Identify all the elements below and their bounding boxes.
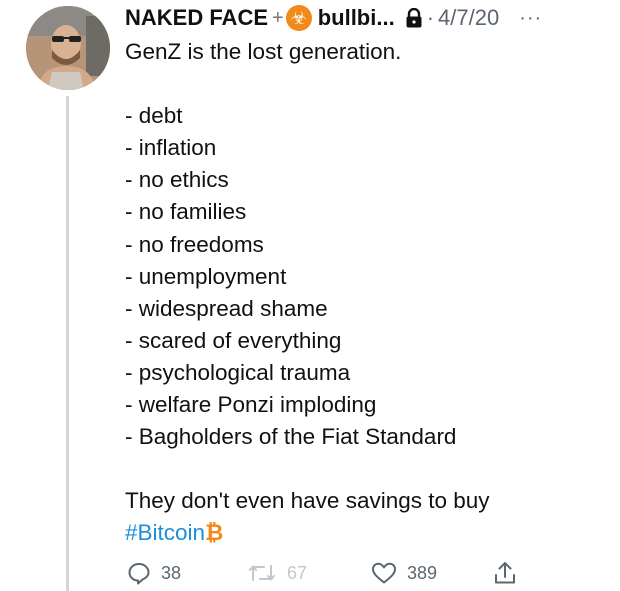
tweet-outro: They don't even have savings to buy [125,488,490,514]
like-count: 389 [407,562,438,583]
avatar[interactable] [26,6,110,90]
author-handle[interactable]: bullbi... [318,5,395,31]
tweet-header: NAKED FACE + ☣ bullbi... · 4/7/20 ··· [125,2,612,34]
avatar-photo [26,6,110,90]
list-item: - Bagholders of the Fiat Standard [125,424,457,450]
cross-emoji: + [272,6,284,29]
retweet-button[interactable]: 67 [247,556,307,590]
share-icon [495,562,515,584]
tweet-text: GenZ is the lost generation. - debt - in… [125,36,605,550]
list-item: - psychological trauma [125,359,351,385]
lock-icon [405,8,423,28]
list-item: - unemployment [125,263,287,289]
biohazard-glyph: ☣ [290,7,307,28]
author-display-name[interactable]: NAKED FACE [125,5,268,31]
reply-icon [128,563,150,585]
biohazard-emoji: ☣ [285,5,312,31]
header-separator: · [426,5,435,30]
tweet-actions: 38 67 389 [125,556,605,590]
list-item: - no ethics [125,167,229,193]
thread-connector-line [66,96,69,591]
bitcoin-hashtag-link[interactable]: #Bitcoin [125,520,205,545]
list-item: - debt [125,103,183,129]
retweet-icon [249,565,275,581]
list-item: - inflation [125,135,217,161]
list-item: - widespread shame [125,295,328,321]
reply-count: 38 [161,562,182,583]
more-options-icon[interactable]: ··· [519,7,542,30]
heart-icon [372,562,396,584]
list-item: - scared of everything [125,327,342,353]
list-item: - no freedoms [125,231,264,257]
list-item: - welfare Ponzi imploding [125,392,377,418]
bitcoin-emoji: ₿ [205,520,224,546]
hashtag-line: #Bitcoin₿ [125,517,605,549]
like-button[interactable]: 389 [371,556,437,590]
share-button[interactable] [493,556,517,590]
tweet-intro: GenZ is the lost generation. [125,39,402,64]
reply-button[interactable]: 38 [127,556,181,590]
list-item: - no families [125,199,247,225]
retweet-count: 67 [287,562,308,583]
tweet-date[interactable]: 4/7/20 [438,5,499,31]
